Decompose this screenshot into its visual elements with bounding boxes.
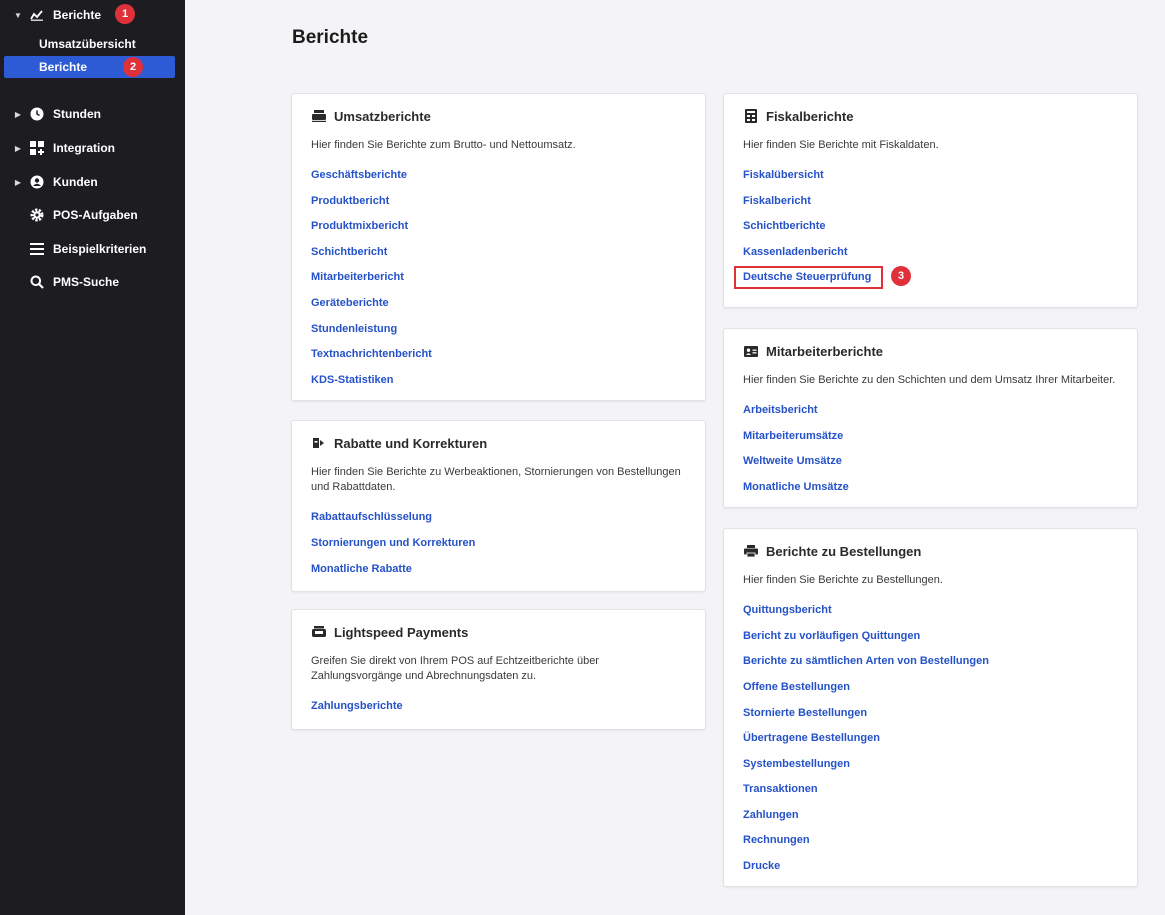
- list-icon: [29, 241, 45, 257]
- sidebar: ▼ Berichte 1 Umsatzübersicht Berichte 2 …: [0, 0, 185, 915]
- link-produktmixbericht[interactable]: Produktmixbericht: [311, 220, 408, 232]
- link-monatliche-umsaetze[interactable]: Monatliche Umsätze: [743, 481, 849, 493]
- link-fiskaluebersicht[interactable]: Fiskalübersicht: [743, 169, 824, 181]
- link-arbeitsbericht[interactable]: Arbeitsbericht: [743, 404, 818, 416]
- card-description: Hier finden Sie Berichte mit Fiskaldaten…: [743, 139, 939, 151]
- sidebar-item-label: PMS-Suche: [53, 275, 120, 289]
- link-schichtberichte[interactable]: Schichtberichte: [743, 220, 826, 232]
- link-systembestellungen[interactable]: Systembestellungen: [743, 758, 850, 770]
- sidebar-item-pos-aufgaben[interactable]: POS-Aufgaben: [0, 202, 185, 228]
- gear-icon: [29, 207, 45, 223]
- card-description-line: Hier finden Sie Berichte zu Werbeaktione…: [311, 466, 681, 478]
- link-zahlungen[interactable]: Zahlungen: [743, 809, 799, 821]
- user-circle-icon: [29, 174, 45, 190]
- link-zahlungsberichte[interactable]: Zahlungsberichte: [311, 700, 403, 712]
- sidebar-item-pms-suche[interactable]: PMS-Suche: [0, 269, 185, 295]
- sidebar-item-beispielkriterien[interactable]: Beispielkriterien: [0, 236, 185, 262]
- grid-plus-icon: [29, 140, 45, 156]
- link-stundenleistung[interactable]: Stundenleistung: [311, 323, 397, 335]
- card-fiskalberichte: Fiskalberichte Hier finden Sie Berichte …: [723, 93, 1138, 308]
- payment-terminal-icon: [311, 624, 327, 640]
- sidebar-item-label: Kunden: [53, 175, 98, 189]
- search-icon: [29, 274, 45, 290]
- card-description: Hier finden Sie Berichte zu Werbeaktione…: [311, 465, 681, 495]
- link-produktbericht[interactable]: Produktbericht: [311, 195, 389, 207]
- sidebar-item-kunden[interactable]: ▶ Kunden: [0, 169, 185, 195]
- link-geschaeftsberichte[interactable]: Geschäftsberichte: [311, 169, 407, 181]
- link-kassenladenbericht[interactable]: Kassenladenbericht: [743, 246, 848, 258]
- card-title: Rabatte und Korrekturen: [334, 435, 488, 451]
- sidebar-item-stunden[interactable]: ▶ Stunden: [0, 101, 185, 127]
- link-schichtbericht[interactable]: Schichtbericht: [311, 246, 387, 258]
- link-mitarbeiterumsaetze[interactable]: Mitarbeiterumsätze: [743, 430, 843, 442]
- sidebar-item-berichte[interactable]: ▼ Berichte: [0, 2, 185, 28]
- link-drucke[interactable]: Drucke: [743, 860, 780, 872]
- card-lightspeed-payments: Lightspeed Payments Greifen Sie direkt v…: [291, 609, 706, 730]
- caret-down-icon: ▼: [14, 10, 22, 20]
- link-vorlaeufige-quittungen[interactable]: Bericht zu vorläufigen Quittungen: [743, 630, 920, 642]
- card-description-line: und Rabattdaten.: [311, 481, 396, 493]
- card-description-line: Zahlungsvorgänge und Abrechnungsdaten zu…: [311, 670, 537, 682]
- card-title: Umsatzberichte: [334, 108, 431, 124]
- highlight-box: [734, 266, 883, 289]
- receipt-building-icon: [743, 108, 759, 124]
- sidebar-item-label: Beispielkriterien: [53, 242, 147, 256]
- sidebar-subitem-berichte[interactable]: Berichte: [4, 56, 175, 78]
- link-monatliche-rabatte[interactable]: Monatliche Rabatte: [311, 563, 412, 575]
- link-offene-bestellungen[interactable]: Offene Bestellungen: [743, 681, 850, 693]
- sidebar-item-label: Berichte: [53, 8, 102, 22]
- clock-icon: [29, 106, 45, 122]
- step-badge-3: 3: [891, 266, 911, 286]
- cash-register-icon: [311, 108, 327, 124]
- link-fiskalbericht[interactable]: Fiskalbericht: [743, 195, 811, 207]
- link-rabattaufschluesselung[interactable]: Rabattaufschlüsselung: [311, 511, 432, 523]
- link-geraeteberichte[interactable]: Geräteberichte: [311, 297, 389, 309]
- card-title: Fiskalberichte: [766, 108, 854, 124]
- link-stornierte-bestellungen[interactable]: Stornierte Bestellungen: [743, 707, 867, 719]
- id-card-icon: [743, 343, 759, 359]
- step-badge-1: 1: [115, 4, 135, 24]
- card-rabatte-und-korrekturen: Rabatte und Korrekturen Hier finden Sie …: [291, 420, 706, 592]
- link-textnachrichtenbericht[interactable]: Textnachrichtenbericht: [311, 348, 432, 360]
- caret-right-icon: ▶: [14, 109, 22, 119]
- sidebar-item-label: Integration: [53, 141, 115, 155]
- card-title: Lightspeed Payments: [334, 624, 469, 640]
- card-description: Greifen Sie direkt von Ihrem POS auf Ech…: [311, 654, 599, 684]
- card-description: Hier finden Sie Berichte zu den Schichte…: [743, 374, 1116, 386]
- printer-icon: [743, 543, 759, 559]
- link-uebertragene-bestellungen[interactable]: Übertragene Bestellungen: [743, 732, 880, 744]
- card-umsatzberichte: Umsatzberichte Hier finden Sie Berichte …: [291, 93, 706, 401]
- caret-right-icon: ▶: [14, 143, 22, 153]
- discount-tag-icon: [311, 435, 327, 451]
- card-description-line: Greifen Sie direkt von Ihrem POS auf Ech…: [311, 655, 599, 667]
- sidebar-item-integration[interactable]: ▶ Integration: [0, 135, 185, 161]
- link-mitarbeiterbericht[interactable]: Mitarbeiterbericht: [311, 271, 404, 283]
- card-berichte-zu-bestellungen: Berichte zu Bestellungen Hier finden Sie…: [723, 528, 1138, 887]
- sidebar-subitem-umsatzuebersicht[interactable]: Umsatzübersicht: [4, 33, 175, 55]
- caret-right-icon: ▶: [14, 177, 22, 187]
- link-kds-statistiken[interactable]: KDS-Statistiken: [311, 374, 394, 386]
- link-stornierungen-und-korrekturen[interactable]: Stornierungen und Korrekturen: [311, 537, 475, 549]
- card-title: Berichte zu Bestellungen: [766, 543, 922, 559]
- card-description: Hier finden Sie Berichte zum Brutto- und…: [311, 139, 576, 151]
- link-transaktionen[interactable]: Transaktionen: [743, 783, 818, 795]
- step-badge-2: 2: [123, 57, 143, 77]
- link-weltweite-umsaetze[interactable]: Weltweite Umsätze: [743, 455, 842, 467]
- card-mitarbeiterberichte: Mitarbeiterberichte Hier finden Sie Beri…: [723, 328, 1138, 508]
- link-quittungsbericht[interactable]: Quittungsbericht: [743, 604, 832, 616]
- sidebar-item-label: POS-Aufgaben: [53, 208, 138, 222]
- link-rechnungen[interactable]: Rechnungen: [743, 834, 810, 846]
- page-title: Berichte: [292, 27, 369, 48]
- link-saemtliche-bestellungen[interactable]: Berichte zu sämtlichen Arten von Bestell…: [743, 655, 989, 667]
- card-title: Mitarbeiterberichte: [766, 343, 884, 359]
- trend-chart-icon: [29, 7, 45, 23]
- card-description: Hier finden Sie Berichte zu Bestellungen…: [743, 574, 943, 586]
- sidebar-item-label: Stunden: [53, 107, 101, 121]
